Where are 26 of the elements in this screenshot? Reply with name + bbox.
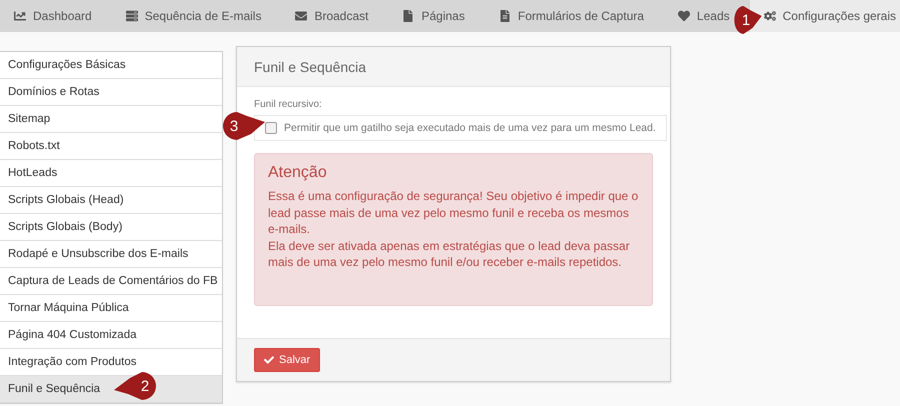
check-icon xyxy=(264,354,274,364)
step-callout: 2 xyxy=(112,370,158,402)
envelope-icon xyxy=(295,10,308,22)
alert-text: Essa é uma configuração de segurança! Seu objetivo é impedir que o lead passe mais de uma vez pelo mesmo funil e receba os mesmos e-mails. xyxy=(268,188,639,238)
line-chart-icon xyxy=(14,10,26,22)
panel-title: Funil e Sequência xyxy=(237,47,670,87)
nav-tab[interactable]: Broadcast xyxy=(281,0,368,32)
step-callout: 3 xyxy=(221,110,267,142)
text-document-icon xyxy=(498,10,511,22)
document-icon xyxy=(402,10,414,22)
nav-tab[interactable]: Páginas xyxy=(388,0,465,32)
nav-tab[interactable]: Formulários de Captura xyxy=(484,0,644,32)
nav-tab[interactable]: Dashboard xyxy=(0,0,92,32)
field-label: Funil recursivo: xyxy=(254,99,323,110)
alert-text: Ela deve ser ativada apenas em estratégias que o lead deva passar mais de uma vez pelo mesmo funil e/ou receber e-mails repetidos. xyxy=(268,238,631,270)
save-button[interactable]: Salvar xyxy=(254,348,320,372)
checkbox[interactable] xyxy=(265,122,277,134)
alert-title: Atenção xyxy=(268,164,328,182)
stacked-bars-icon xyxy=(126,10,138,22)
nav-tab[interactable]: Sequência de E-mails xyxy=(112,0,262,32)
gears-icon xyxy=(764,10,776,22)
nav-tab[interactable]: Leads xyxy=(664,0,730,32)
checkbox-option[interactable]: Permitir que um gatilho seja executado mais de uma vez para um mesmo Lead. xyxy=(254,115,667,141)
nav-tab[interactable]: Configurações gerais xyxy=(750,0,900,32)
step-callout: 1 xyxy=(733,4,763,36)
heart-icon xyxy=(678,10,690,22)
